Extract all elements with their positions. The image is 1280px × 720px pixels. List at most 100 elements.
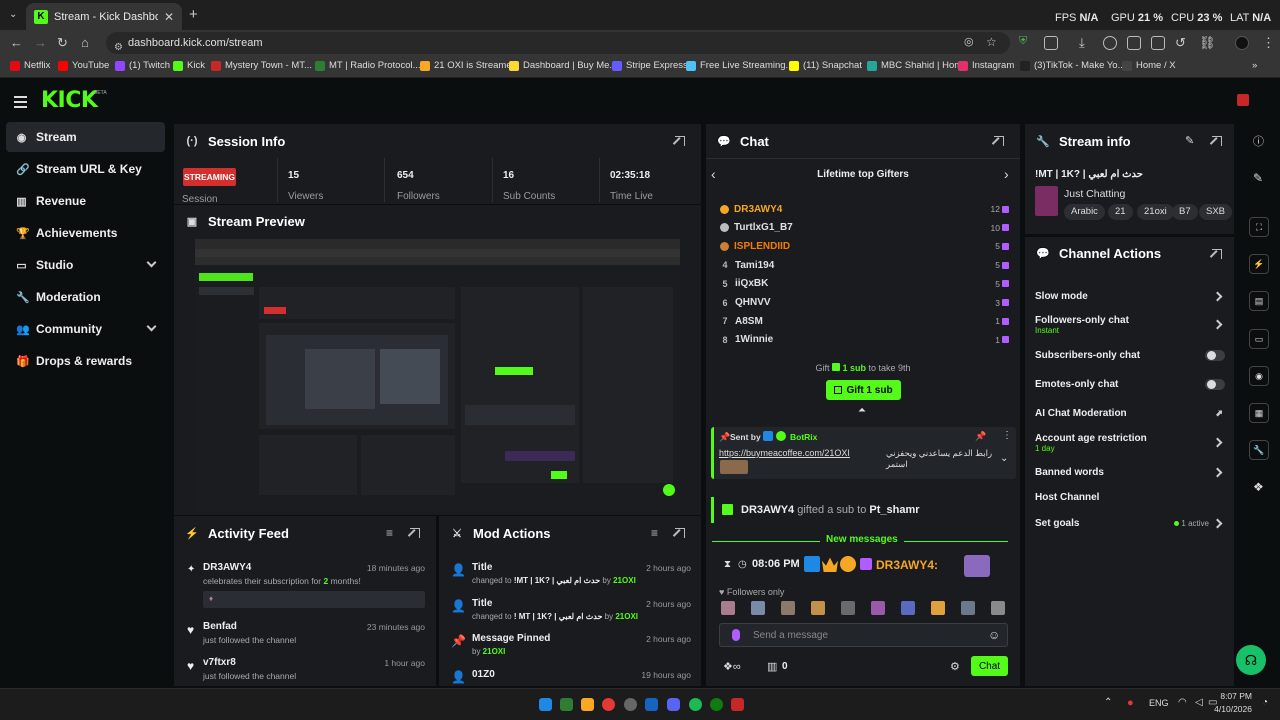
bookmark-item[interactable]: (11) Snapchat [789,60,862,71]
rail-lightning-icon[interactable]: ⚡ [1249,254,1269,274]
chevron-down-icon[interactable]: ⌄ [1000,453,1008,464]
sidebar-item-stream[interactable]: ◉ Stream [6,122,165,152]
emote-icon[interactable] [811,601,825,615]
emote-icon[interactable] [751,601,765,615]
clock-date[interactable]: 4/10/2026 [1212,704,1252,714]
chevron-right-icon[interactable]: › [1004,166,1009,182]
activity-user[interactable]: v7ftxr8 [203,657,236,668]
download-icon[interactable]: ⤓ [1079,35,1085,51]
sidebar-item-community[interactable]: 👥 Community [6,314,165,344]
windows-start-icon[interactable] [539,698,552,711]
slow-mode-row[interactable]: Slow mode [1035,291,1225,305]
share-link-icon[interactable]: ⛓ [1199,35,1216,51]
home-icon[interactable]: ⌂ [81,35,89,50]
gifter-row[interactable]: 4 Tami194 5 [719,256,1009,274]
gifter-row[interactable]: TurtlxG1_B7 10 [719,219,1009,237]
expand-icon[interactable] [675,528,685,538]
unpin-icon[interactable]: 📌 [975,431,986,442]
bookmark-item[interactable]: Stripe Express [612,60,688,71]
microphone-icon[interactable] [732,629,740,641]
app-icon[interactable] [731,698,744,711]
extensions-icon[interactable] [1044,36,1058,50]
forward-icon[interactable]: → [34,35,47,50]
emote-icon[interactable] [961,601,975,615]
tag[interactable]: B7 [1172,204,1198,220]
chat-input[interactable]: Send a message ☺ [719,623,1008,647]
expand-icon[interactable] [994,136,1004,146]
emote-icon[interactable] [721,601,735,615]
rail-fullscreen-icon[interactable]: ⛶ [1249,217,1269,237]
ai-moderation-row[interactable]: AI Chat Moderation ⬈ [1035,408,1225,422]
steam-icon[interactable] [645,698,658,711]
emote-icon[interactable] [871,601,885,615]
spotify-icon[interactable] [689,698,702,711]
category-thumbnail[interactable] [1035,186,1058,216]
expand-icon[interactable] [1212,249,1222,259]
emote-icon[interactable] [841,601,855,615]
emotes-only-toggle[interactable] [1205,379,1225,390]
pinned-link[interactable]: https://buymeacoffee.com/21OXI [719,448,850,458]
notification-bell-icon[interactable]: ◔ [1262,697,1268,708]
tag[interactable]: 21oxi [1137,204,1174,220]
eye-off-icon[interactable]: ◎ [964,35,974,48]
people-add-icon[interactable]: ❖ [1253,480,1264,494]
sidebar-item-moderation[interactable]: 🔧 Moderation [6,282,165,312]
browser-menu-icon[interactable]: ⋮ [1262,35,1275,51]
kick-logo[interactable]: KICK [41,88,98,113]
clock-time[interactable]: 8:07 PM [1220,691,1252,701]
pencil-icon[interactable]: ✎ [1253,171,1263,185]
reload-icon[interactable]: ↻ [57,35,68,51]
bookmark-item[interactable]: Dashboard | Buy Me... [509,60,617,71]
sidebar-item-studio[interactable]: ▭ Studio [6,250,165,280]
language-indicator[interactable]: ENG [1149,698,1169,708]
chevron-up-icon[interactable]: ⌃ [1104,697,1112,708]
chat-send-button[interactable]: Chat [971,656,1008,676]
bookmark-item[interactable]: Kick [173,60,205,71]
pinned-user[interactable]: BotRix [790,432,817,442]
excel-icon[interactable] [560,698,573,711]
tab-search-icon[interactable]: ⌄ [9,9,17,20]
host-channel-row[interactable]: Host Channel [1035,492,1225,506]
bookmark-star-icon[interactable]: ☆ [986,35,997,49]
shield-icon[interactable]: ⛨ [1019,35,1027,48]
obs-icon[interactable] [624,698,637,711]
more-options-icon[interactable]: ⋮ [1002,430,1012,441]
activity-user[interactable]: DR3AWY4 [203,562,251,573]
gifter-row[interactable]: 7 A8SM 1 [719,312,1009,330]
bookmark-item[interactable]: 21 OXI is Streamer [420,60,515,71]
microphone-icon[interactable]: ● [1127,697,1134,709]
bookmark-item[interactable]: YouTube [58,60,109,71]
tag[interactable]: Arabic [1064,204,1105,220]
menu-icon[interactable] [14,96,27,111]
rail-broadcast-icon[interactable]: ◉ [1249,366,1269,386]
profile-avatar[interactable] [1235,36,1249,50]
sidebar-item-revenue[interactable]: ▥ Revenue [6,186,165,216]
account-age-row[interactable]: Account age restriction 1 day [1035,433,1225,455]
message-user[interactable]: DR3AWY4: [876,558,938,572]
gifter-row[interactable]: ISPLENDIID 5 [719,237,1009,255]
discord-icon[interactable] [667,698,680,711]
category-name[interactable]: Just Chatting [1064,188,1125,200]
activity-user[interactable]: Benfad [203,621,237,632]
xbox-icon[interactable] [710,698,723,711]
bookmark-item[interactable]: Netflix [10,60,50,71]
emote-icon[interactable] [781,601,795,615]
support-headset-icon[interactable]: ☊ [1236,645,1266,675]
gifter-row[interactable]: 8 1Winnie 1 [719,331,1009,349]
bookmark-item[interactable]: Free Live Streaming... [686,60,793,71]
rail-document-icon[interactable]: ▤ [1249,291,1269,311]
bookmarks-overflow-icon[interactable]: » [1252,60,1257,71]
close-tab-icon[interactable]: ✕ [164,10,174,24]
settings-gear-icon[interactable]: ⚙ [950,660,960,673]
stream-preview-video[interactable] [195,239,680,512]
points-icon[interactable]: ❖∞ [723,660,741,673]
bookmark-item[interactable]: (3)TikTok - Make Yo... [1020,60,1126,71]
gifter-row[interactable]: DR3AWY4 12 [719,200,1009,218]
wifi-icon[interactable]: ◠ [1178,697,1187,708]
expand-icon[interactable] [675,136,685,146]
followers-only-row[interactable]: Followers-only chat Instant [1035,315,1225,337]
chevron-left-icon[interactable]: ‹ [711,166,716,182]
filter-icon[interactable]: ≡ [651,526,658,540]
banned-words-row[interactable]: Banned words [1035,467,1225,481]
bookmark-item[interactable]: MT | Radio Protocol... [315,60,421,71]
